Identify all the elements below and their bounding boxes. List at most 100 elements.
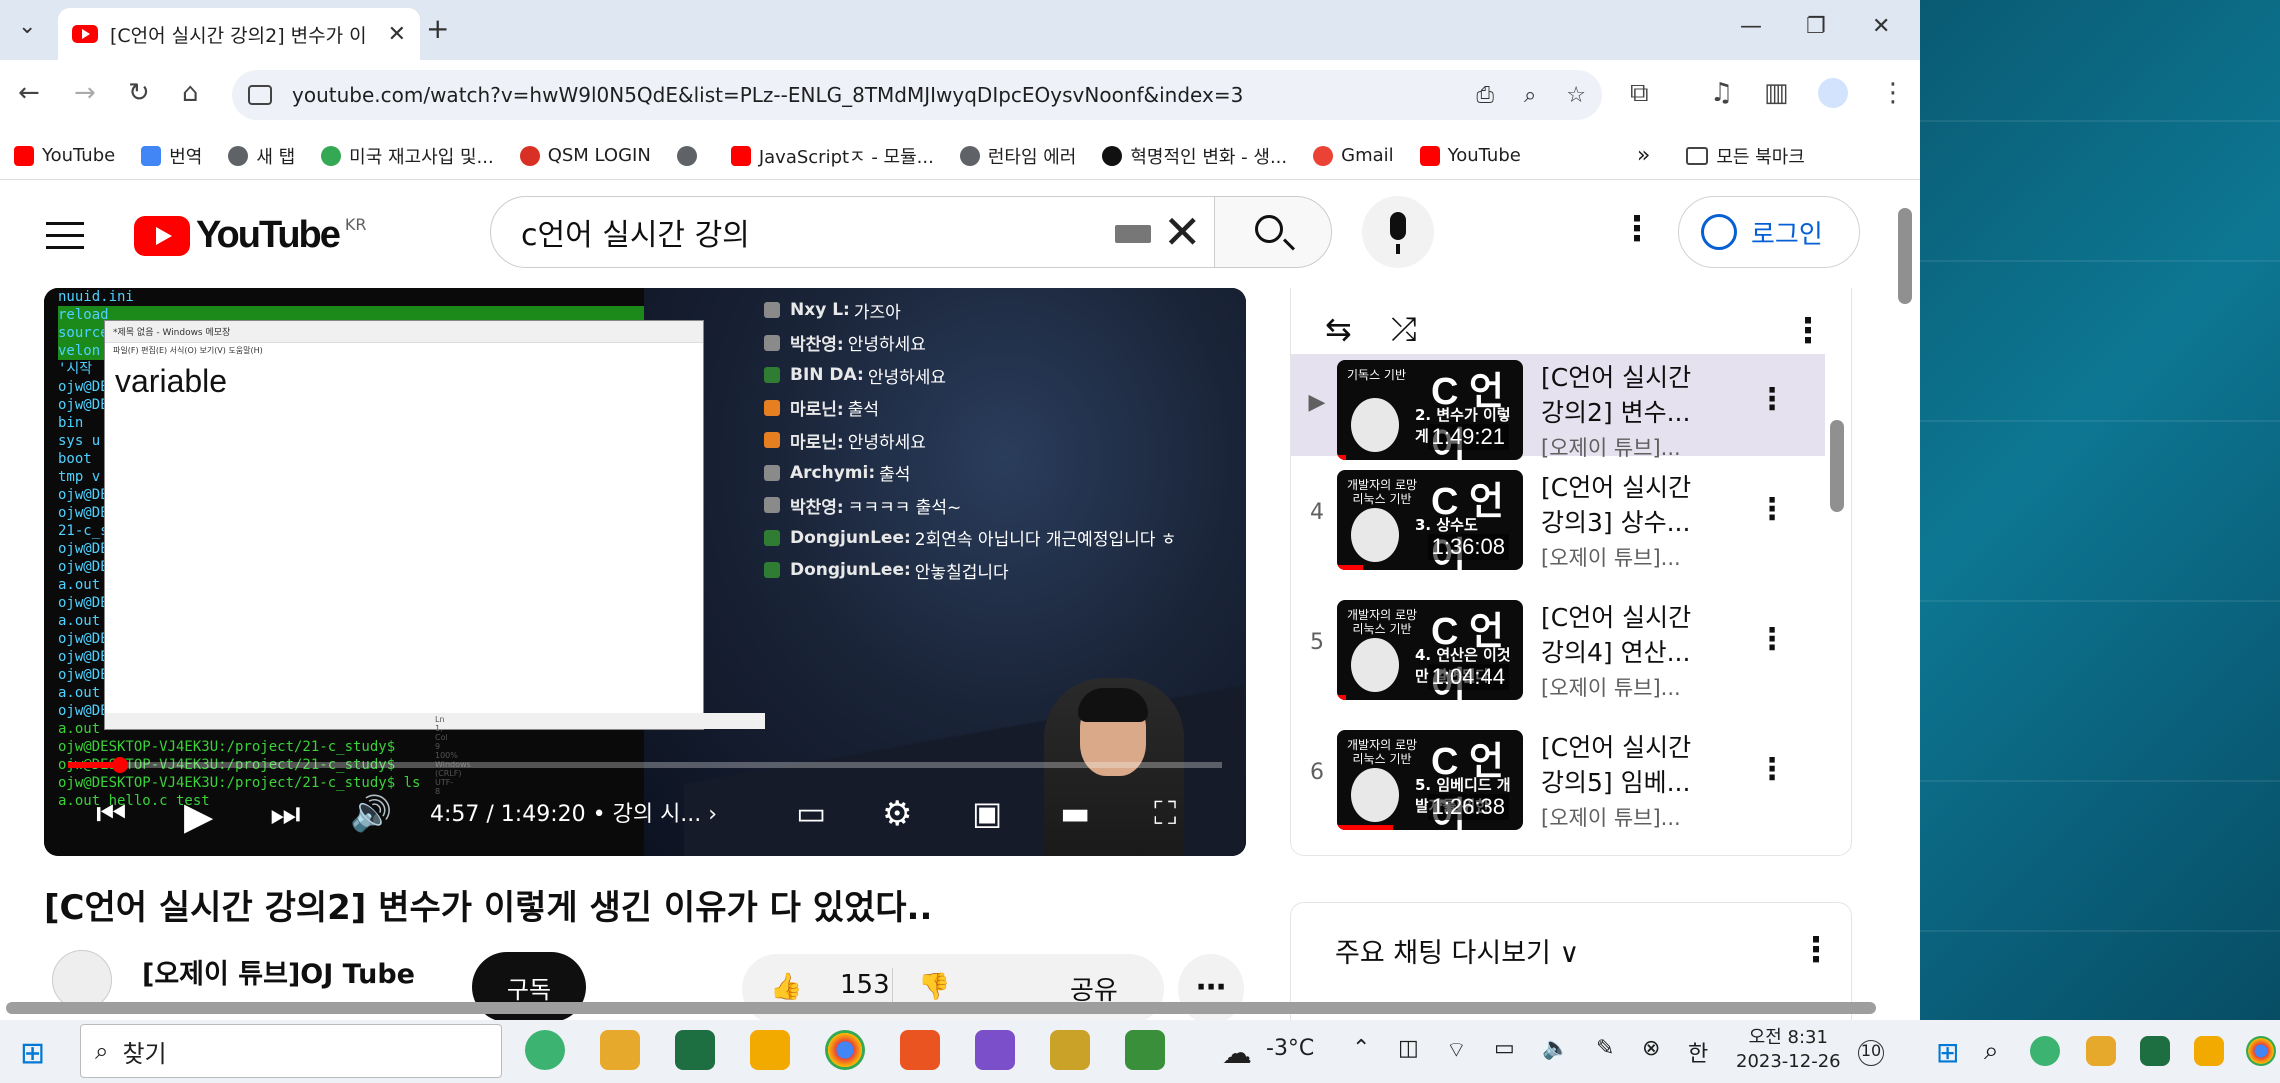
tool-app-icon[interactable] [1050,1030,1090,1070]
video-thumbnail[interactable]: 기독스 기반C 언어2. 변수가 이렇게1:49:21 [1337,360,1523,460]
zoom-icon[interactable]: ⌕ [1524,83,1536,108]
video-thumbnail[interactable]: 개발자의 로망 리눅스 기반C 언어5. 임베디드 개발자를 위한1:26:38 [1337,730,1523,830]
bookmark-star-icon[interactable]: ☆ [1566,83,1586,108]
voice-search-button[interactable] [1362,196,1434,268]
app-icon[interactable] [2194,1036,2224,1066]
chrome-icon[interactable] [825,1030,865,1070]
bookmark-item[interactable]: 혁명적인 변화 - 생... [1102,143,1287,169]
site-info-icon[interactable] [248,85,272,105]
bookmarks-overflow-button[interactable]: » [1637,143,1650,168]
bookmark-item[interactable]: JavaScriptㅈ - 모듈... [730,143,934,169]
windows-start-icon[interactable]: ⊞ [20,1036,45,1071]
all-bookmarks-button[interactable]: 모든 북마크 [1686,143,1805,169]
video-thumbnail[interactable]: 개발자의 로망 리눅스 기반C 언어4. 연산은 이것만 알면된다1:04:44 [1337,600,1523,700]
theater-mode-icon[interactable]: ▬ [1060,794,1090,832]
atom-app-icon[interactable] [2030,1036,2060,1066]
playlist-video-title[interactable]: [C언어 실시간 강의5] 임베... [1541,730,1721,800]
video-progress-bar[interactable] [68,757,1222,773]
weather-icon[interactable]: ☁ [1222,1036,1252,1071]
media-control-icon[interactable]: ♫ [1710,78,1733,108]
channel-avatar[interactable] [52,950,112,1010]
loop-icon[interactable]: ⇆ [1325,310,1352,348]
back-arrow-icon[interactable]: ← [18,78,40,108]
sign-in-button[interactable]: 로그인 [1678,196,1860,268]
bookmark-item[interactable]: 새 탭 [228,143,295,169]
ubuntu-icon[interactable] [900,1030,940,1070]
playlist-item[interactable]: 4 개발자의 로망 리눅스 기반C 언어3. 상수도1:36:08 [C언어 실시간… [1291,464,1825,584]
playlist-video-channel[interactable]: [오제이 튜브]... [1541,672,1681,702]
weather-temp[interactable]: -3°C [1266,1036,1314,1061]
visual-studio-icon[interactable] [975,1030,1015,1070]
clock[interactable]: 오전 8:31 2023-12-26 [1736,1026,1841,1074]
search-button[interactable] [1214,196,1332,268]
excel-icon[interactable] [675,1030,715,1070]
tool-app2-icon[interactable] [1125,1030,1165,1070]
like-icon[interactable]: 👍 [770,972,802,1002]
bookmark-item[interactable]: QSM LOGIN [519,145,651,166]
chapter-chevron-icon[interactable]: › [708,802,717,827]
bookmark-item[interactable]: YouTube [1419,145,1521,166]
file-explorer-icon[interactable] [2086,1036,2116,1066]
video-player[interactable]: nuuid.ini reload source velon '시작 ojw@DE ojw@D… [44,288,1246,856]
playlist-menu-icon[interactable]: ⋮ [1791,314,1825,348]
app-icon[interactable] [750,1030,790,1070]
horizontal-scrollbar[interactable] [6,1002,1876,1014]
reload-icon[interactable]: ↻ [128,78,150,108]
bookmark-item[interactable]: YouTube [14,145,115,166]
omnibox[interactable]: youtube.com/watch?v=hwW9l0N5QdE&list=PLz… [232,70,1602,120]
bookmark-item[interactable]: Gmail [1313,145,1394,166]
bookmark-item[interactable]: 런타임 에러 [959,143,1076,169]
bookmark-item[interactable]: 미국 재고사입 및... [321,143,494,169]
playlist-video-channel[interactable]: [오제이 튜브]... [1541,432,1681,462]
file-explorer-icon[interactable] [600,1030,640,1070]
video-thumbnail[interactable]: 개발자의 로망 리눅스 기반C 언어3. 상수도1:36:08 [1337,470,1523,570]
playlist-video-channel[interactable]: [오제이 튜브]... [1541,802,1681,832]
playlist-video-title[interactable]: [C언어 실시간 강의3] 상수... [1541,470,1721,540]
bookmark-item[interactable] [676,145,705,166]
camera-icon[interactable]: ◫ [1398,1036,1419,1061]
progress-scrubber[interactable] [111,757,128,773]
item-menu-icon[interactable]: ⋮ [1757,382,1787,417]
chat-replay-label[interactable]: 주요 채팅 다시보기 ∨ [1335,931,1579,970]
playlist-item[interactable]: ▶ 기독스 기반C 언어2. 변수가 이렇게1:49:21 [C언어 실시간 강의2… [1291,354,1825,460]
settings-gear-icon[interactable]: ⚙ [882,794,912,834]
ime-indicator[interactable]: 한 [1688,1036,1708,1068]
playlist-video-channel[interactable]: [오제이 튜브]... [1541,542,1681,572]
windows-start-icon[interactable]: ⊞ [1936,1036,1959,1069]
chapter-text[interactable]: • 강의 시... [593,802,702,827]
tab-active[interactable]: [C언어 실시간 강의2] 변수가 이 ✕ [58,8,420,60]
play-icon[interactable]: ▶ [184,794,213,838]
dislike-icon[interactable]: 👎 [918,972,950,1002]
chat-menu-icon[interactable]: ⋮ [1799,933,1833,967]
previous-icon[interactable]: ⏮ [96,794,127,834]
chrome-menu-icon[interactable]: ⋮ [1880,78,1906,108]
tab-close-icon[interactable]: ✕ [388,22,406,47]
battery-icon[interactable]: ▭ [1494,1036,1515,1061]
fullscreen-icon[interactable]: ⛶ [1154,794,1176,833]
subtitles-icon[interactable]: ▭ [796,794,826,832]
mute-mic-icon[interactable]: ⊗ [1642,1036,1660,1061]
notification-badge[interactable]: 10 [1858,1040,1884,1066]
channel-name[interactable]: [오제이 튜브]OJ Tube [142,952,415,991]
profile-avatar-icon[interactable] [1818,78,1848,108]
youtube-logo[interactable]: YouTube KR [134,214,367,257]
clear-search-icon[interactable]: ✕ [1163,205,1202,259]
item-menu-icon[interactable]: ⋮ [1757,752,1787,787]
new-tab-button[interactable]: + [426,12,449,45]
item-menu-icon[interactable]: ⋮ [1757,622,1787,657]
volume-icon[interactable]: 🔊 [350,794,392,834]
menu-hamburger-icon[interactable] [46,222,84,258]
side-panel-icon[interactable]: ▥ [1764,78,1789,108]
playlist-video-title[interactable]: [C언어 실시간 강의4] 연산... [1541,600,1721,670]
miniplayer-icon[interactable]: ▣ [972,794,1002,832]
forward-arrow-icon[interactable]: → [74,78,96,108]
install-app-icon[interactable]: ⎙ [1476,83,1494,108]
bookmark-item[interactable]: 번역 [141,143,202,169]
search-icon[interactable]: ⌕ [1984,1036,1999,1067]
next-icon[interactable]: ⏭ [270,794,301,834]
restore-button[interactable]: ❐ [1806,14,1826,39]
wifi-icon[interactable]: ⌔ [1446,1036,1467,1064]
playlist-scrollbar[interactable] [1830,420,1844,512]
window-close-button[interactable]: ✕ [1872,14,1890,39]
shuffle-icon[interactable]: ⤮ [1391,310,1417,349]
